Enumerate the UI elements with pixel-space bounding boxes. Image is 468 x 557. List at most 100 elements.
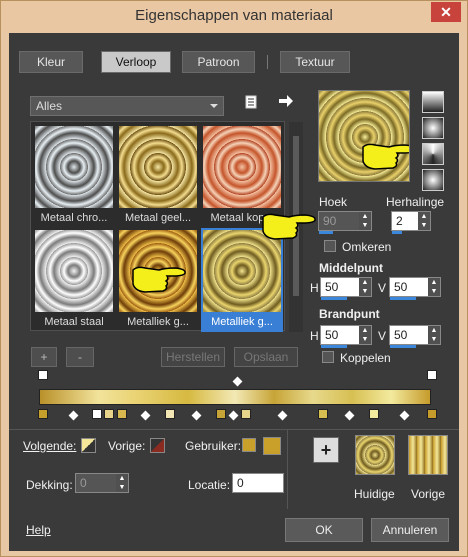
cancel-button[interactable]: Annuleren: [371, 518, 449, 542]
thumbnail-metaal-chroom[interactable]: Metaal chro...: [33, 124, 115, 228]
user-color-swatch-2[interactable]: [263, 437, 281, 455]
repeat-slider[interactable]: [392, 231, 402, 234]
titlebar: Eigenschappen van materiaal ✕: [1, 1, 467, 32]
thumbnail-image: [119, 126, 197, 208]
opacity-spinner[interactable]: 0 ▲ ▼: [75, 473, 129, 493]
midpoint-marker[interactable]: [191, 410, 202, 421]
invert-checkbox[interactable]: [324, 240, 336, 252]
spinner-arrows-icon[interactable]: ▲ ▼: [418, 212, 430, 230]
add-preset-button[interactable]: +: [31, 347, 57, 367]
angle-label: Hoek: [319, 195, 348, 209]
foreground-label: Volgende:: [23, 439, 77, 453]
midpoint-marker[interactable]: [399, 410, 410, 421]
spinner-arrows-icon[interactable]: ▲ ▼: [359, 278, 371, 296]
linear-style-icon[interactable]: [422, 91, 444, 113]
user-label: Gebruiker:: [185, 439, 242, 453]
color-stop-marker[interactable]: [241, 409, 251, 419]
tab-verloop[interactable]: Verloop: [101, 51, 171, 73]
gradient-bar[interactable]: [39, 389, 431, 405]
previous-gradient-swatch[interactable]: [408, 435, 448, 475]
divider: [9, 429, 459, 430]
midpoint-marker[interactable]: [140, 410, 151, 421]
spinner-arrows-icon[interactable]: ▲ ▼: [428, 278, 440, 296]
close-button[interactable]: ✕: [431, 2, 461, 22]
document-icon[interactable]: [245, 95, 257, 112]
rectangular-style-icon[interactable]: [422, 117, 444, 139]
thumbnail-metaal-geel[interactable]: Metaal geel...: [117, 124, 199, 228]
focal-v-value: 50: [394, 328, 408, 342]
color-stop-marker[interactable]: [38, 409, 48, 419]
focal-v-spinner[interactable]: 50 ▲ ▼: [389, 325, 441, 348]
remove-preset-button[interactable]: -: [66, 347, 94, 367]
center-h-label: H: [310, 281, 319, 295]
thumbnail-label: Metalliek g...: [211, 316, 273, 328]
angle-slider[interactable]: [319, 231, 333, 234]
focal-label: Brandpunt: [319, 307, 380, 321]
color-stop-marker[interactable]: [369, 409, 379, 419]
tab-separator: [267, 55, 268, 69]
center-h-slider[interactable]: [321, 297, 347, 300]
link-label: Koppelen: [340, 351, 391, 365]
color-stop-marker[interactable]: [427, 409, 437, 419]
add-color-stop-button[interactable]: +: [313, 437, 339, 463]
angle-value: 90: [323, 214, 337, 228]
focal-v-slider[interactable]: [390, 345, 416, 348]
save-preset-button[interactable]: Opslaan: [234, 347, 298, 367]
angle-spinner[interactable]: 90 ▲ ▼: [318, 211, 372, 234]
current-gradient-swatch[interactable]: [355, 435, 395, 475]
color-stop-marker[interactable]: [117, 409, 127, 419]
color-stop-marker[interactable]: [104, 409, 114, 419]
repeat-value: 2: [396, 214, 403, 228]
category-dropdown[interactable]: Alles: [30, 96, 224, 116]
spinner-arrows-icon[interactable]: ▲ ▼: [116, 474, 128, 492]
tab-textuur[interactable]: Textuur: [280, 51, 350, 73]
invert-label: Omkeren: [342, 240, 392, 254]
center-label: Middelpunt: [319, 261, 383, 275]
midpoint-marker[interactable]: [344, 410, 355, 421]
center-v-spinner[interactable]: 50 ▲ ▼: [389, 277, 441, 300]
reset-button[interactable]: Herstellen: [161, 347, 225, 367]
spinner-arrows-icon[interactable]: ▲ ▼: [359, 326, 371, 344]
focal-h-spinner[interactable]: 50 ▲ ▼: [320, 325, 372, 348]
spinner-arrows-icon[interactable]: ▲ ▼: [428, 326, 440, 344]
background-label: Vorige:: [108, 439, 146, 453]
color-stop-marker[interactable]: [92, 409, 102, 419]
help-link[interactable]: Help: [26, 523, 51, 537]
color-stop-marker[interactable]: [318, 409, 328, 419]
current-label: Huidige: [354, 487, 395, 501]
center-v-label: V: [378, 281, 387, 295]
tab-patroon[interactable]: Patroon: [182, 51, 255, 73]
top-left-marker[interactable]: [38, 370, 48, 380]
radial-style-icon[interactable]: [422, 169, 444, 191]
ok-button[interactable]: OK: [285, 518, 363, 542]
repeat-spinner[interactable]: 2 ▲ ▼: [391, 211, 431, 234]
midpoint-marker[interactable]: [68, 410, 79, 421]
divider: [287, 429, 288, 509]
link-checkbox[interactable]: [322, 351, 334, 363]
pointing-hand-icon: [262, 213, 316, 240]
location-field[interactable]: 0: [232, 473, 284, 493]
spinner-arrows-icon[interactable]: ▲ ▼: [359, 212, 371, 230]
midpoint-marker[interactable]: [228, 410, 239, 421]
top-midpoint-marker[interactable]: [232, 376, 243, 387]
top-right-marker[interactable]: [427, 370, 437, 380]
color-stop-marker[interactable]: [165, 409, 175, 419]
tab-kleur[interactable]: Kleur: [19, 51, 83, 73]
foreground-swatch[interactable]: [81, 438, 96, 453]
background-swatch[interactable]: [150, 438, 165, 453]
focal-v-label: V: [378, 329, 387, 343]
thumbnail-metaal-staal[interactable]: Metaal staal: [33, 228, 115, 332]
thumbnail-metalliek-goud-2[interactable]: Metalliek g...: [201, 228, 283, 332]
category-dropdown-value: Alles: [36, 99, 63, 113]
center-h-spinner[interactable]: 50 ▲ ▼: [320, 277, 372, 300]
user-color-swatch-1[interactable]: [242, 438, 256, 452]
color-stop-marker[interactable]: [216, 409, 226, 419]
midpoint-marker[interactable]: [277, 410, 288, 421]
arrow-right-icon[interactable]: [278, 93, 294, 112]
center-v-slider[interactable]: [390, 297, 416, 300]
opacity-label: Dekking:: [26, 478, 73, 492]
sunburst-style-icon[interactable]: [422, 143, 444, 165]
focal-h-slider[interactable]: [321, 345, 347, 348]
thumbnail-label: Metaal staal: [44, 316, 104, 328]
pointing-hand-icon: [362, 143, 409, 170]
